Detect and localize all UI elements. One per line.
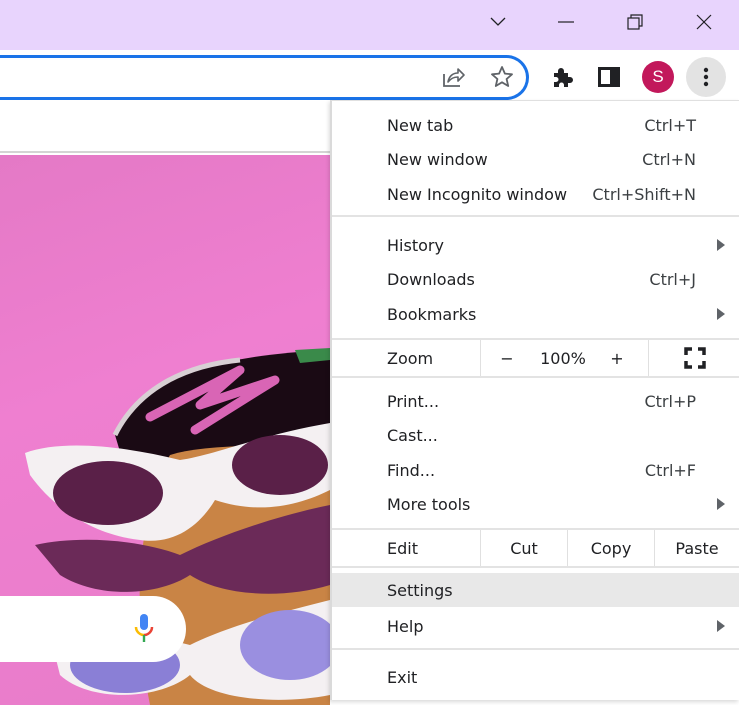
menu-separator	[332, 566, 739, 568]
menu-item-exit[interactable]: Exit	[332, 660, 739, 694]
menu-item-settings[interactable]: Settings	[332, 573, 739, 607]
browser-toolbar	[0, 50, 739, 104]
side-panel-icon	[598, 67, 620, 87]
profile-avatar-button[interactable]: S	[642, 61, 674, 93]
tab-search-button[interactable]	[475, 0, 521, 44]
title-bar	[0, 0, 739, 50]
menu-item-new-tab[interactable]: New tab Ctrl+T	[332, 108, 739, 142]
zoom-label: Zoom	[387, 348, 434, 368]
restore-icon	[627, 14, 643, 30]
restore-button[interactable]	[612, 0, 658, 44]
chrome-main-menu: New tab Ctrl+T New window Ctrl+N New Inc…	[330, 100, 739, 700]
chrome-menu-button[interactable]	[686, 57, 726, 97]
chevron-down-icon	[490, 17, 506, 26]
microphone-icon[interactable]	[134, 614, 154, 644]
zoom-out-button[interactable]: −	[492, 340, 522, 376]
submenu-arrow-icon	[717, 498, 725, 510]
minimize-button[interactable]	[543, 0, 589, 44]
shortcut-label: Ctrl+F	[644, 460, 696, 480]
shortcut-label: Ctrl+Shift+N	[592, 184, 696, 204]
side-panel-button[interactable]	[595, 63, 623, 91]
menu-item-print[interactable]: Print... Ctrl+P	[332, 384, 739, 418]
menu-item-bookmarks[interactable]: Bookmarks	[332, 297, 739, 331]
menu-item-find[interactable]: Find... Ctrl+F	[332, 453, 739, 487]
puzzle-piece-icon	[554, 68, 573, 87]
minimize-icon	[558, 21, 574, 23]
menu-item-more-tools[interactable]: More tools	[332, 487, 739, 521]
vertical-dots-icon	[703, 67, 709, 87]
paste-button[interactable]: Paste	[655, 530, 739, 566]
shortcut-label: Ctrl+J	[649, 269, 696, 289]
fullscreen-button[interactable]	[650, 340, 739, 376]
menu-item-new-window[interactable]: New window Ctrl+N	[332, 142, 739, 176]
menu-separator	[648, 340, 649, 376]
submenu-arrow-icon	[717, 620, 725, 632]
menu-separator	[332, 648, 739, 650]
zoom-row: Zoom − 100% +	[332, 340, 739, 376]
menu-item-new-incognito-window[interactable]: New Incognito window Ctrl+Shift+N	[332, 177, 739, 211]
profile-initial: S	[652, 67, 664, 86]
menu-separator	[480, 340, 481, 376]
copy-button[interactable]: Copy	[568, 530, 654, 566]
menu-separator	[332, 215, 739, 217]
fullscreen-icon	[683, 347, 706, 369]
edit-label: Edit	[387, 538, 418, 558]
menu-separator	[332, 376, 739, 378]
menu-item-help[interactable]: Help	[332, 609, 739, 643]
shortcut-label: Ctrl+P	[644, 391, 696, 411]
page-header-area	[0, 104, 330, 153]
edit-row: Edit Cut Copy Paste	[332, 530, 739, 566]
shortcut-label: Ctrl+T	[644, 115, 696, 135]
shortcut-label: Ctrl+N	[642, 149, 696, 169]
google-search-box[interactable]	[0, 596, 186, 662]
menu-item-downloads[interactable]: Downloads Ctrl+J	[332, 262, 739, 296]
submenu-arrow-icon	[717, 308, 725, 320]
zoom-level-value: 100%	[540, 348, 586, 368]
submenu-arrow-icon	[717, 239, 725, 251]
star-icon	[491, 66, 513, 87]
share-button[interactable]	[440, 63, 468, 91]
zoom-in-button[interactable]: +	[602, 340, 632, 376]
menu-item-history[interactable]: History	[332, 228, 739, 262]
cut-button[interactable]: Cut	[481, 530, 567, 566]
close-button[interactable]	[681, 0, 727, 44]
close-icon	[696, 14, 712, 30]
bookmark-star-button[interactable]	[488, 63, 516, 91]
extensions-button[interactable]	[548, 63, 576, 91]
menu-item-cast[interactable]: Cast...	[332, 418, 739, 452]
share-icon	[443, 68, 465, 87]
